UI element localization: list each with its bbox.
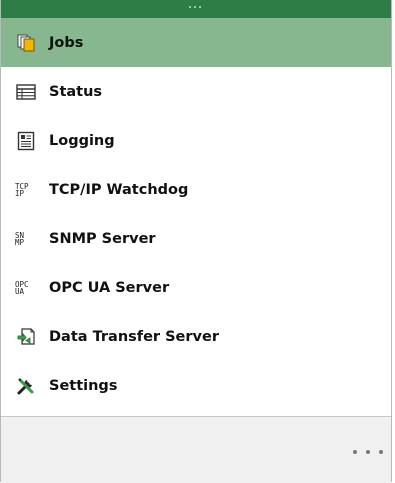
- nav-item-opc-ua-server[interactable]: OPC UA OPC UA Server: [1, 263, 391, 312]
- dot-icon: [379, 450, 383, 454]
- more-options-button[interactable]: [353, 447, 383, 457]
- nav-item-label: Settings: [49, 377, 118, 394]
- panel-header-bar: [1, 0, 391, 18]
- nav-item-label: Status: [49, 83, 103, 100]
- nav-item-settings[interactable]: Settings: [1, 361, 391, 410]
- drag-grip-icon[interactable]: [189, 6, 201, 8]
- dot-icon: [366, 450, 370, 454]
- icon-text: IP: [15, 188, 25, 198]
- nav-item-label: OPC UA Server: [49, 279, 170, 296]
- nav-item-logging[interactable]: Logging: [1, 116, 391, 165]
- settings-tools-icon: [15, 375, 37, 397]
- dot-icon: [353, 450, 357, 454]
- nav-item-label: TCP/IP Watchdog: [49, 181, 189, 198]
- data-transfer-icon: [15, 326, 37, 348]
- opc-ua-icon: OPC UA: [15, 277, 37, 299]
- snmp-icon: SN MP: [15, 228, 37, 250]
- log-icon: [15, 130, 37, 152]
- nav-item-jobs[interactable]: Jobs: [1, 18, 391, 67]
- tcp-ip-icon: TCP IP: [15, 179, 37, 201]
- nav-list: Jobs Status Logging TCP IP TCP/IP Watchd…: [1, 18, 391, 410]
- navigation-panel: Jobs Status Logging TCP IP TCP/IP Watchd…: [0, 0, 392, 483]
- jobs-icon: [15, 32, 37, 54]
- panel-footer: [1, 416, 391, 483]
- nav-item-label: Jobs: [49, 34, 84, 51]
- table-icon: [15, 81, 37, 103]
- icon-text: UA: [15, 286, 25, 296]
- nav-item-snmp-server[interactable]: SN MP SNMP Server: [1, 214, 391, 263]
- nav-item-data-transfer-server[interactable]: Data Transfer Server: [1, 312, 391, 361]
- nav-item-tcp-ip-watchdog[interactable]: TCP IP TCP/IP Watchdog: [1, 165, 391, 214]
- nav-item-label: Data Transfer Server: [49, 328, 219, 345]
- nav-item-label: SNMP Server: [49, 230, 156, 247]
- icon-text: MP: [15, 237, 25, 247]
- nav-item-status[interactable]: Status: [1, 67, 391, 116]
- nav-item-label: Logging: [49, 132, 115, 149]
